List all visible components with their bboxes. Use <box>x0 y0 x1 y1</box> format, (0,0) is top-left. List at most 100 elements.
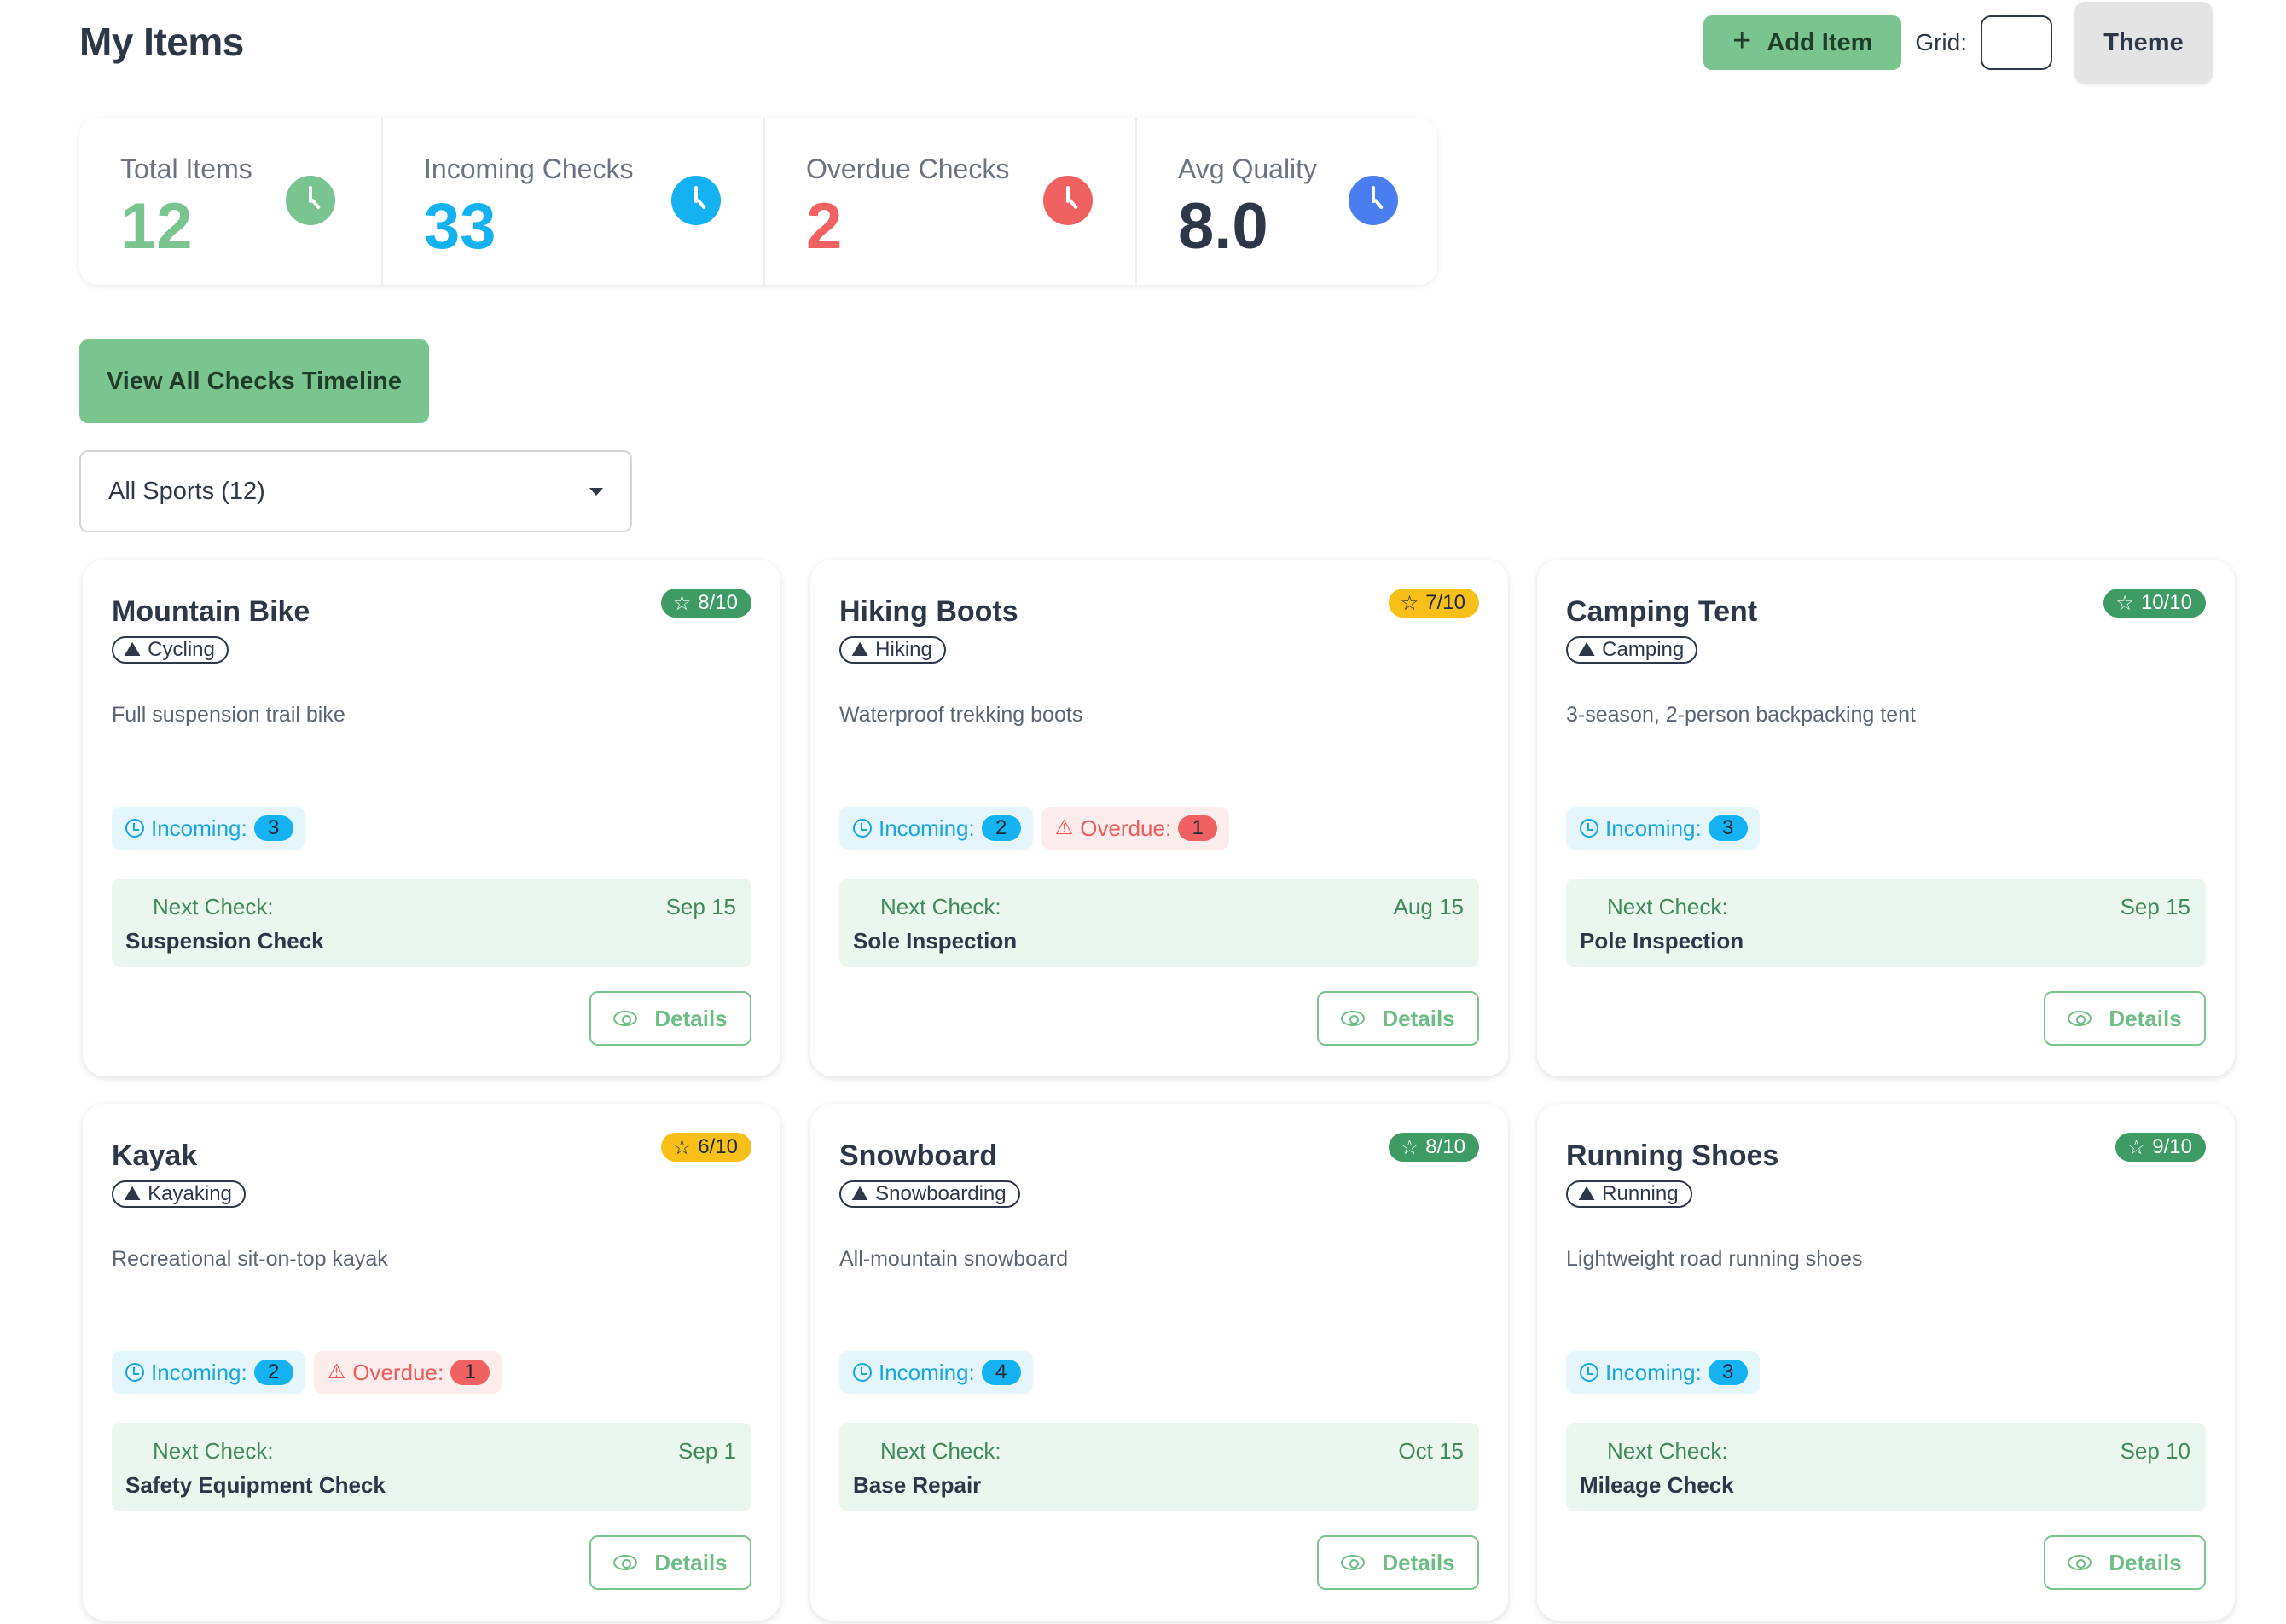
overdue-count: 1 <box>1178 815 1218 841</box>
header-actions: + Add Item Grid: Theme <box>1703 0 2213 85</box>
check-badges: Incoming: 2 ⚠ Overdue: 1 <box>839 807 1230 850</box>
clock-icon <box>125 1363 144 1382</box>
rating-value: 10/10 <box>2140 591 2192 614</box>
item-description: Recreational sit-on-top kayak <box>112 1247 388 1271</box>
next-check-date: Sep 1 <box>678 1438 736 1464</box>
incoming-badge: Incoming: 2 <box>112 1351 305 1394</box>
stat-value: 8.0 <box>1178 190 1268 263</box>
stat-label: Incoming Checks <box>424 154 634 184</box>
incoming-label: Incoming: <box>879 815 975 841</box>
details-button[interactable]: Details <box>589 1535 751 1590</box>
stat-overdue-checks: Overdue Checks 2 <box>765 118 1137 285</box>
theme-button[interactable]: Theme <box>2074 2 2213 84</box>
rating-value: 9/10 <box>2152 1135 2192 1158</box>
mountain-icon: ⛰ <box>851 638 869 661</box>
check-badges: Incoming: 2 ⚠ Overdue: 1 <box>112 1351 502 1394</box>
sport-name: Snowboarding <box>875 1182 1007 1205</box>
star-icon: ☆ <box>2126 1135 2146 1159</box>
clock-icon <box>1043 176 1093 225</box>
item-description: Waterproof trekking boots <box>839 703 1083 727</box>
rating-badge: ☆ 9/10 <box>2115 1133 2206 1162</box>
add-item-label: Add Item <box>1767 28 1873 56</box>
item-card: Camping Tent ☆ 10/10 ⛰ Camping 3-season,… <box>1537 560 2235 1076</box>
sport-tag: ⛰ Running <box>1566 1180 1692 1208</box>
page: My Items + Add Item Grid: Theme Total It… <box>0 0 2286 1624</box>
star-icon: ☆ <box>672 1135 692 1159</box>
item-description: 3-season, 2-person backpacking tent <box>1566 703 1916 727</box>
rating-value: 7/10 <box>1425 591 1465 614</box>
clock-icon <box>1580 819 1598 838</box>
next-check-panel: Next Check: Sep 15 Suspension Check <box>112 879 751 967</box>
stat-incoming-checks: Incoming Checks 33 <box>383 118 765 285</box>
next-check-task: Base Repair <box>853 1472 982 1498</box>
clock-icon <box>1580 1363 1598 1382</box>
next-check-date: Sep 10 <box>2120 1438 2190 1464</box>
next-check-panel: Next Check: Sep 10 Mileage Check <box>1566 1423 2206 1511</box>
item-card: Kayak ☆ 6/10 ⛰ Kayaking Recreational sit… <box>83 1104 780 1621</box>
add-item-button[interactable]: + Add Item <box>1703 15 1902 70</box>
rating-badge: ☆ 7/10 <box>1388 589 1479 618</box>
grid-toggle[interactable] <box>1981 15 2052 70</box>
eye-icon <box>1341 1011 1366 1026</box>
details-button[interactable]: Details <box>1317 1535 1479 1590</box>
eye-icon <box>2068 1011 2092 1026</box>
eye-icon <box>2068 1555 2092 1570</box>
next-check-label: Next Check: <box>880 894 1001 919</box>
clock-icon <box>853 819 872 838</box>
incoming-count: 3 <box>1708 1360 1748 1385</box>
stat-label: Overdue Checks <box>806 154 1010 184</box>
sport-tag: ⛰ Cycling <box>112 636 229 664</box>
eye-icon <box>613 1011 638 1026</box>
clock-icon <box>853 1363 872 1382</box>
page-title: My Items <box>79 20 244 64</box>
next-check-task: Suspension Check <box>125 928 324 954</box>
eye-icon <box>613 1555 638 1570</box>
item-name: Running Shoes <box>1566 1140 1779 1172</box>
incoming-label: Incoming: <box>1605 1359 1702 1385</box>
next-check-date: Aug 15 <box>1393 894 1464 919</box>
next-check-label: Next Check: <box>1607 894 1728 919</box>
item-card: Snowboard ☆ 8/10 ⛰ Snowboarding All-moun… <box>810 1104 1508 1621</box>
grid-label: Grid: <box>1915 29 1967 55</box>
details-button[interactable]: Details <box>1317 991 1479 1046</box>
check-badges: Incoming: 3 <box>1566 807 1760 850</box>
sport-tag: ⛰ Snowboarding <box>839 1180 1020 1208</box>
details-label: Details <box>2109 1005 2182 1031</box>
overdue-label: Overdue: <box>1080 815 1172 841</box>
rating-badge: ☆ 10/10 <box>2103 589 2206 618</box>
item-description: Full suspension trail bike <box>112 703 345 727</box>
check-badges: Incoming: 3 <box>112 807 305 850</box>
incoming-badge: Incoming: 3 <box>1566 807 1760 850</box>
warning-icon: ⚠ <box>327 1360 346 1383</box>
plus-icon: + <box>1732 23 1752 59</box>
next-check-date: Oct 15 <box>1398 1438 1464 1464</box>
next-check-label: Next Check: <box>880 1438 1001 1464</box>
details-button[interactable]: Details <box>2044 991 2206 1046</box>
sport-filter-select[interactable]: All Sports (12) <box>79 450 632 532</box>
details-label: Details <box>654 1549 728 1575</box>
overdue-badge: ⚠ Overdue: 1 <box>1041 807 1230 850</box>
next-check-task: Sole Inspection <box>853 928 1018 954</box>
view-timeline-button[interactable]: View All Checks Timeline <box>79 339 429 423</box>
stat-avg-quality: Avg Quality 8.0 <box>1137 118 1437 285</box>
details-button[interactable]: Details <box>589 991 751 1046</box>
sport-name: Hiking <box>875 638 932 661</box>
next-check-task: Mileage Check <box>1580 1472 1734 1498</box>
sport-name: Camping <box>1602 638 1685 661</box>
next-check-label: Next Check: <box>153 894 274 919</box>
details-button[interactable]: Details <box>2044 1535 2206 1590</box>
overdue-badge: ⚠ Overdue: 1 <box>313 1351 502 1394</box>
stats-panel: Total Items 12 Incoming Checks 33 Overdu… <box>79 118 1437 285</box>
next-check-date: Sep 15 <box>2120 894 2190 919</box>
mountain-icon: ⛰ <box>851 1182 869 1205</box>
warning-icon: ⚠ <box>1054 816 1074 839</box>
item-description: All-mountain snowboard <box>839 1247 1069 1271</box>
next-check-panel: Next Check: Sep 1 Safety Equipment Check <box>112 1423 751 1511</box>
sport-tag: ⛰ Hiking <box>839 636 946 664</box>
incoming-count: 2 <box>981 815 1021 841</box>
rating-value: 8/10 <box>698 591 738 614</box>
rating-badge: ☆ 8/10 <box>660 589 751 618</box>
incoming-count: 4 <box>981 1360 1021 1385</box>
clock-icon <box>286 176 335 225</box>
item-name: Snowboard <box>839 1140 998 1172</box>
